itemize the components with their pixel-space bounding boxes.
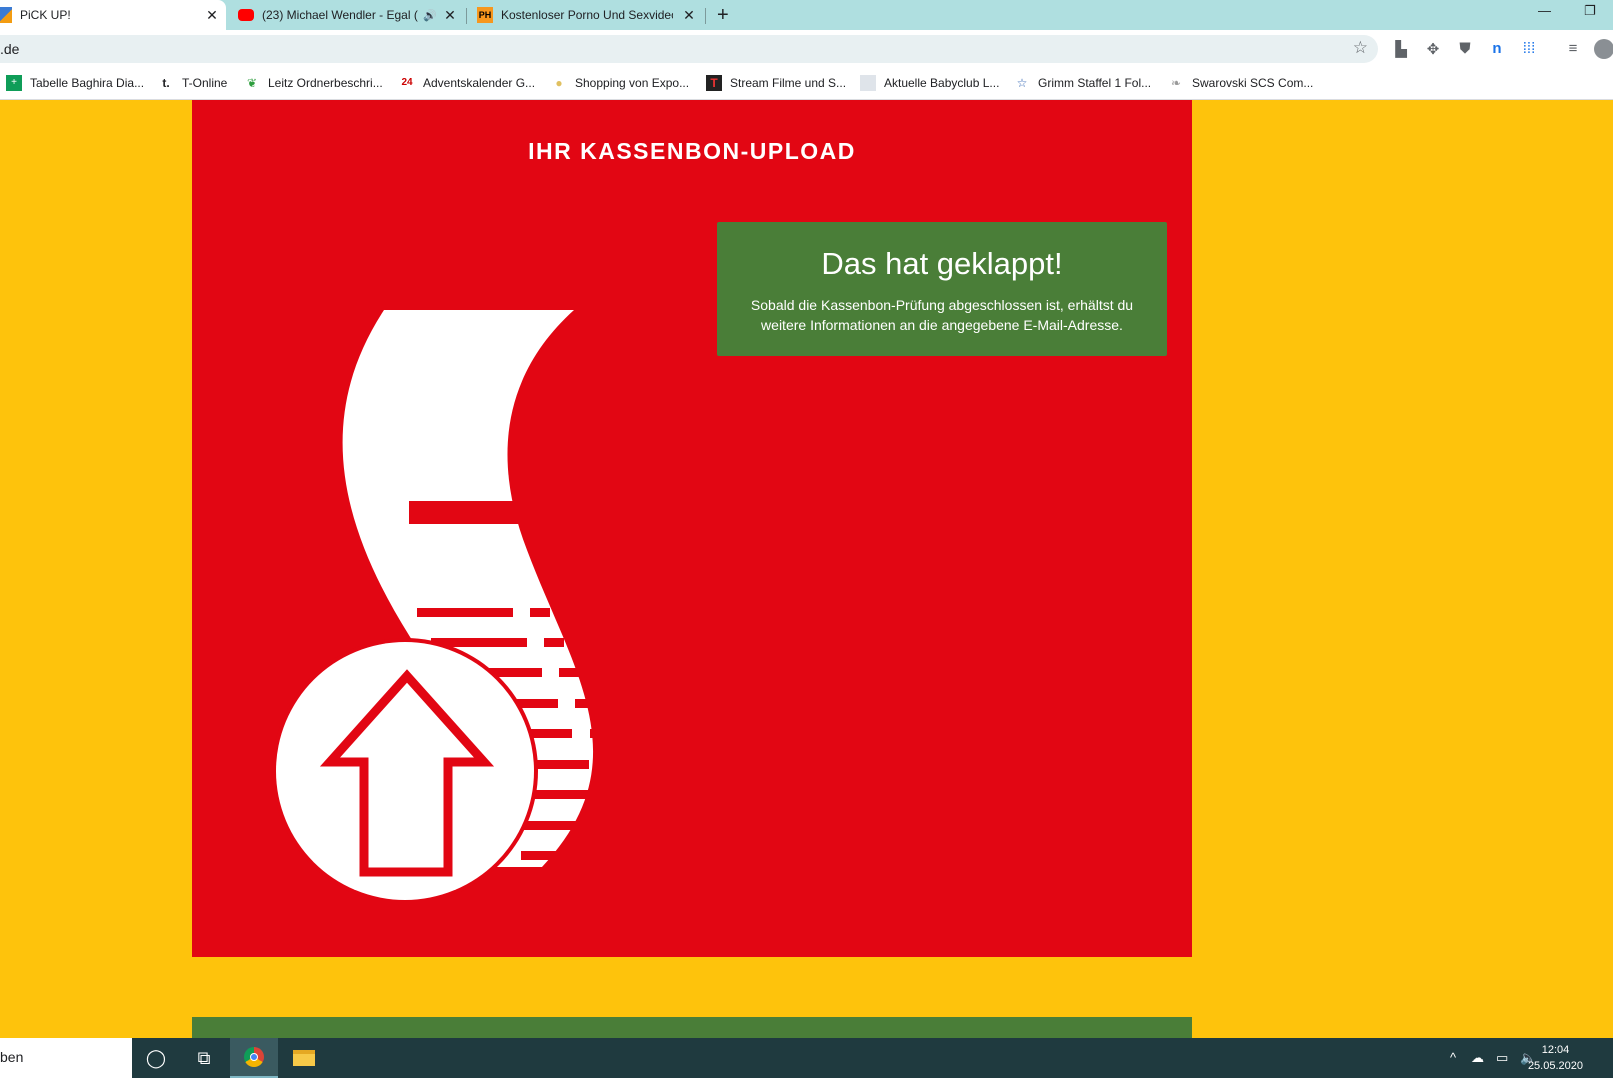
new-tab-button[interactable]: + bbox=[717, 4, 729, 26]
bookmark-label: Aktuelle Babyclub L... bbox=[884, 76, 1000, 90]
clock-date: 25.05.2020 bbox=[1527, 1060, 1583, 1072]
chrome-icon[interactable] bbox=[230, 1038, 278, 1078]
bookmark-item[interactable]: ❦ Leitz Ordnerbeschri... bbox=[244, 75, 383, 91]
minimize-button[interactable]: — bbox=[1538, 3, 1551, 18]
bookmark-item[interactable]: T Stream Filme und S... bbox=[706, 75, 846, 91]
bookmark-item[interactable]: ☆ Grimm Staffel 1 Fol... bbox=[1014, 75, 1152, 91]
clock-time: 12:04 bbox=[1541, 1044, 1570, 1056]
share-extension-icon[interactable]: ✥ bbox=[1423, 40, 1443, 58]
bookmark-label: Leitz Ordnerbeschri... bbox=[268, 76, 383, 90]
onedrive-icon[interactable]: ☁ bbox=[1471, 1050, 1484, 1066]
star-icon: ☆ bbox=[1016, 76, 1028, 90]
t-online-icon: t. bbox=[162, 76, 170, 90]
bookmark-item[interactable]: Aktuelle Babyclub L... bbox=[860, 75, 999, 91]
babyclub-icon bbox=[860, 75, 876, 91]
ph-favicon-icon: PH bbox=[477, 7, 493, 23]
close-tab-icon[interactable]: ✕ bbox=[204, 7, 220, 24]
close-tab-icon[interactable]: ✕ bbox=[442, 7, 458, 24]
page-title: IHR KASSENBON-UPLOAD bbox=[528, 138, 856, 164]
tab-youtube[interactable]: (23) Michael Wendler - Egal ( 🔊 ✕ bbox=[238, 0, 460, 30]
browser-toolbar: .de ☆ bbox=[0, 30, 1613, 68]
stream-icon: T bbox=[706, 75, 722, 91]
success-text: Sobald die Kassenbon-Prüfung abgeschloss… bbox=[750, 297, 1134, 333]
n-extension-icon[interactable]: n bbox=[1487, 40, 1507, 57]
tab-separator bbox=[466, 8, 467, 24]
success-message: Das hat geklappt! Sobald die Kassenbon-P… bbox=[717, 222, 1167, 356]
receipt-upload-icon bbox=[232, 300, 652, 905]
tab-separator bbox=[705, 8, 706, 24]
bookmark-label: Grimm Staffel 1 Fol... bbox=[1038, 76, 1152, 90]
bookmark-item[interactable]: 24 Adventskalender G... bbox=[399, 75, 535, 91]
task-view-icon[interactable]: ⧉ bbox=[180, 1038, 228, 1078]
shield-extension-icon[interactable]: ⛊ bbox=[1455, 40, 1475, 57]
youtube-favicon-icon bbox=[238, 9, 254, 21]
bookmarks-bar: + Tabelle Baghira Dia... t. T-Online ❦ L… bbox=[0, 68, 1613, 100]
bookmark-item[interactable]: t. T-Online bbox=[158, 75, 227, 91]
bookmark-item[interactable]: ● Shopping von Expo... bbox=[551, 75, 689, 91]
receipt-upload-svg bbox=[272, 310, 650, 904]
taskbar-search[interactable]: ben bbox=[0, 1038, 132, 1078]
sheets-icon: + bbox=[6, 75, 22, 91]
grid-extension-icon[interactable]: ⁞⁞⁞ bbox=[1519, 40, 1539, 57]
globe-icon: ● bbox=[555, 76, 563, 90]
tab-title: Kostenloser Porno Und Sexvideo bbox=[501, 8, 673, 22]
cortana-icon[interactable]: ◯ bbox=[132, 1038, 180, 1078]
bookmark-label: T-Online bbox=[182, 76, 228, 90]
bookmark-star-icon[interactable]: ☆ bbox=[1353, 38, 1368, 58]
tab-ph[interactable]: PH Kostenloser Porno Und Sexvideo ✕ bbox=[477, 0, 699, 30]
tab-strip: PiCK UP! ✕ (23) Michael Wendler - Egal (… bbox=[0, 0, 1613, 30]
close-tab-icon[interactable]: ✕ bbox=[681, 7, 697, 24]
speaker-icon[interactable]: 🔊 bbox=[422, 9, 438, 22]
network-icon[interactable]: ▭ bbox=[1496, 1050, 1508, 1066]
url-text: .de bbox=[0, 41, 20, 57]
receipt-upload-panel: IHR KASSENBON-UPLOAD Das hat geklappt! S… bbox=[192, 100, 1192, 957]
pdf-extension-icon[interactable]: ▙ bbox=[1391, 40, 1411, 58]
restore-button[interactable]: ❐ bbox=[1584, 3, 1596, 19]
bookmark-label: Tabelle Baghira Dia... bbox=[30, 76, 145, 90]
swan-icon: ❧ bbox=[1170, 76, 1182, 90]
bookmark-item[interactable]: + Tabelle Baghira Dia... bbox=[6, 75, 144, 91]
file-explorer-icon[interactable] bbox=[280, 1038, 328, 1078]
tab-pickup[interactable]: PiCK UP! ✕ bbox=[0, 0, 226, 30]
leaf-icon: ❦ bbox=[246, 76, 258, 90]
page-content: IHR KASSENBON-UPLOAD Das hat geklappt! S… bbox=[0, 100, 1613, 1038]
bookmark-label: Adventskalender G... bbox=[423, 76, 536, 90]
bookmark-label: Stream Filme und S... bbox=[730, 76, 847, 90]
tab-title: (23) Michael Wendler - Egal ( bbox=[262, 8, 418, 22]
system-clock[interactable]: 12:04 25.05.2020 bbox=[1528, 1042, 1583, 1074]
success-title: Das hat geklappt! bbox=[821, 246, 1063, 281]
search-text: ben bbox=[0, 1049, 24, 1065]
reading-list-icon[interactable]: ≡ bbox=[1563, 40, 1583, 57]
pickup-favicon-icon bbox=[0, 7, 12, 23]
address-bar[interactable]: .de ☆ bbox=[0, 35, 1378, 63]
bookmark-label: Swarovski SCS Com... bbox=[1192, 76, 1314, 90]
taskbar: ben ◯ ⧉ ^ ☁ ▭ 🔈 12:04 25.05.2020 bbox=[0, 1038, 1613, 1078]
profile-avatar[interactable] bbox=[1594, 39, 1613, 59]
advent-icon: 24 bbox=[401, 77, 413, 88]
bookmark-label: Shopping von Expo... bbox=[575, 76, 690, 90]
tray-chevron-icon[interactable]: ^ bbox=[1450, 1050, 1456, 1065]
tab-title: PiCK UP! bbox=[20, 8, 71, 22]
bookmark-item[interactable]: ❧ Swarovski SCS Com... bbox=[1168, 75, 1313, 91]
green-footer-section bbox=[192, 1017, 1192, 1038]
